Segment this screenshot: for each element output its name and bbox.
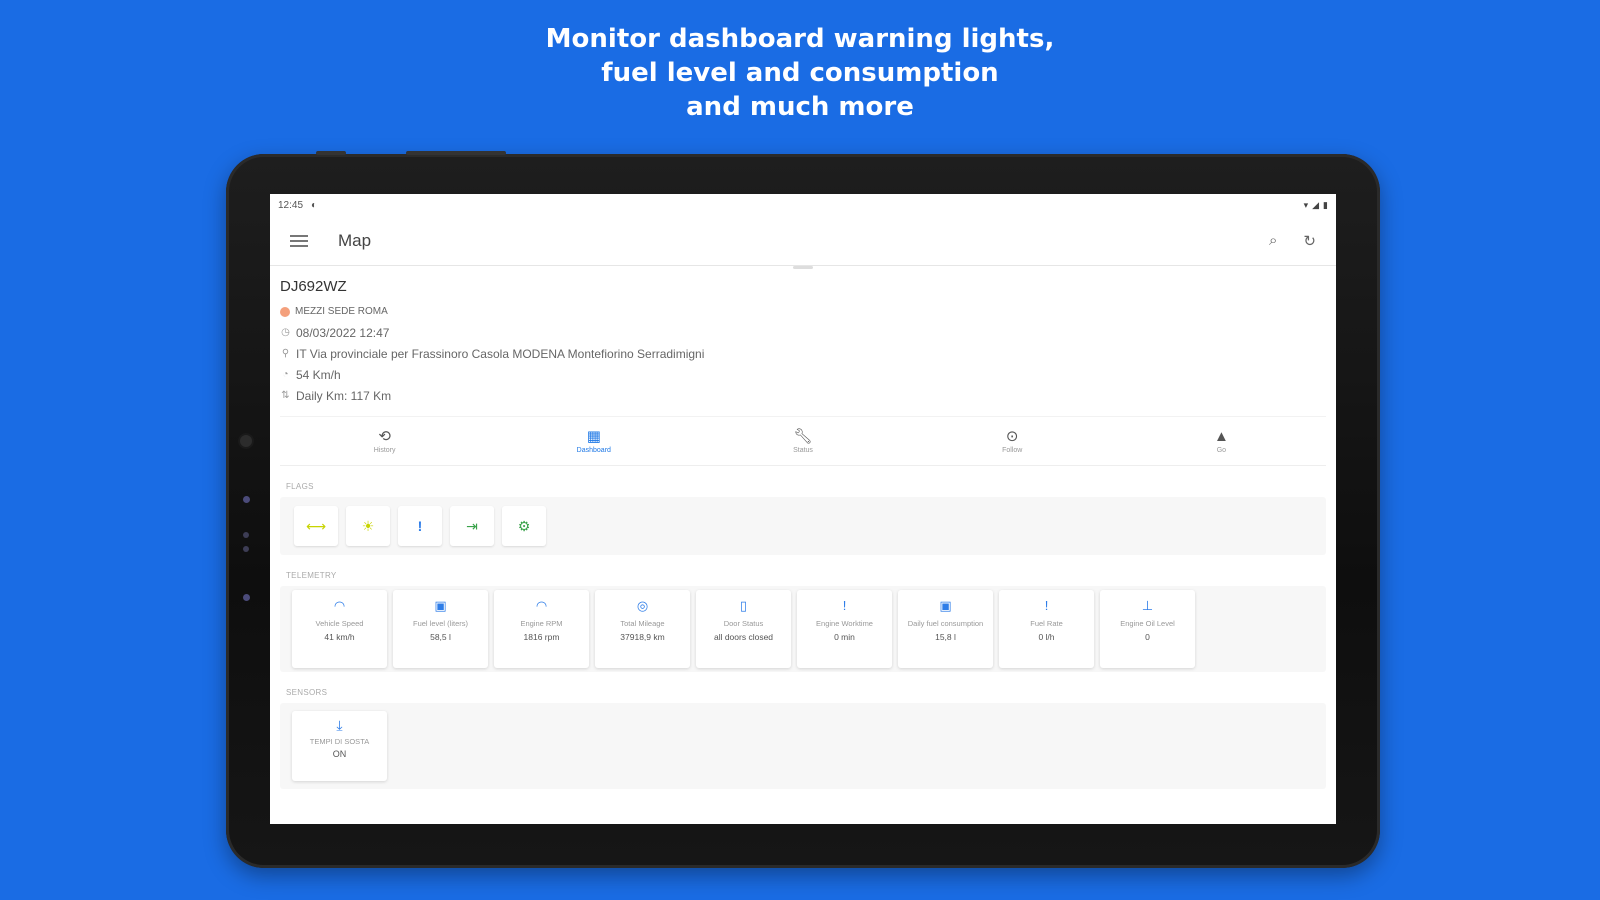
fuel-pump-icon: ▣	[434, 598, 447, 613]
sensor-card-tempi-di-sosta[interactable]: ⤓ TEMPI DI SOSTA ON	[292, 711, 387, 781]
headline-line-1: Monitor dashboard warning lights,	[545, 24, 1055, 54]
hamburger-menu-icon[interactable]	[290, 234, 308, 247]
telemetry-section-label: TELEMETRY	[286, 571, 337, 580]
oil-icon: ⊥	[1141, 598, 1154, 613]
vehicle-speed-row: ◔ 54 Km/h	[280, 364, 1326, 385]
wifi-icon: ▾	[1303, 199, 1309, 210]
promo-headline: Monitor dashboard warning lights, fuel l…	[0, 22, 1600, 124]
ignition-icon: ⇥	[466, 517, 478, 534]
sensor-dot	[243, 496, 250, 503]
sensors-section-label: SENSORS	[286, 688, 328, 697]
tab-status[interactable]: 🔧︎ Status	[698, 417, 907, 465]
vehicle-group-row: MEZZI SEDE ROMA	[280, 301, 1326, 322]
tablet-device-frame: 12:45 ◐ ▾ ◢ ▮ Map ⌕ ↻ DJ692WZ MEZZI SEDE…	[226, 151, 1380, 868]
search-icon[interactable]: ⌕	[1269, 232, 1277, 250]
vehicle-group: MEZZI SEDE ROMA	[295, 306, 388, 317]
refresh-icon[interactable]: ↻	[1303, 232, 1316, 250]
route-icon: ⇅	[281, 390, 290, 401]
vehicle-datetime: 08/03/2022 12:47	[296, 325, 390, 340]
history-icon: ⟲	[378, 428, 391, 445]
sync-icon: ◐	[311, 199, 318, 211]
telemetry-card-engine-worktime[interactable]: ! Engine Worktime 0 min	[797, 590, 892, 668]
telemetry-card-fuel-level[interactable]: ▣ Fuel level (liters) 58,5 l	[393, 590, 488, 668]
vehicle-tabs: ⟲ History ▦ Dashboard 🔧︎ Status ⊙ Follow…	[280, 416, 1326, 466]
telemetry-card-daily-fuel[interactable]: ▣ Daily fuel consumption 15,8 l	[898, 590, 993, 668]
app-bar: Map ⌕ ↻	[270, 216, 1336, 269]
tab-go[interactable]: ▲ Go	[1117, 417, 1326, 465]
headlight-icon: ☀︎	[361, 517, 375, 534]
clock-icon: ◷	[281, 327, 290, 338]
signal-icon: ◢	[1312, 199, 1320, 210]
download-icon: ⤓	[336, 717, 343, 733]
telemetry-card-engine-rpm[interactable]: ◠ Engine RPM 1816 rpm	[494, 590, 589, 668]
telemetry-card-total-mileage[interactable]: ◎ Total Mileage 37918,9 km	[595, 590, 690, 668]
vehicle-info: DJ692WZ MEZZI SEDE ROMA ◷ 08/03/2022 12:…	[270, 266, 1336, 412]
wrench-icon: 🔧︎	[793, 428, 813, 445]
page-title: Map	[338, 230, 372, 250]
flag-warning[interactable]: !	[398, 506, 442, 546]
telemetry-panel: ◠ Vehicle Speed 41 km/h ▣ Fuel level (li…	[280, 586, 1326, 672]
exclamation-icon: !	[1044, 598, 1049, 613]
vehicle-speed: 54 Km/h	[296, 367, 341, 382]
vehicle-address-row: ⚲ IT Via provinciale per Frassinoro Caso…	[280, 343, 1326, 364]
engine-icon: ⚙︎	[517, 517, 531, 534]
dashboard-icon: ▦	[586, 428, 601, 445]
headline-line-2: fuel level and consumption	[601, 58, 999, 88]
gauge-icon: ◠	[535, 598, 548, 613]
flag-seatbelt[interactable]: ⟷	[294, 506, 338, 546]
vehicle-daily-km-row: ⇅ Daily Km: 117 Km	[280, 385, 1326, 406]
speedometer-icon: ◔	[282, 369, 289, 380]
status-bar: 12:45 ◐ ▾ ◢ ▮	[270, 194, 1336, 216]
telemetry-card-vehicle-speed[interactable]: ◠ Vehicle Speed 41 km/h	[292, 590, 387, 668]
location-pin-icon: ⚲	[281, 348, 290, 359]
exclamation-icon: !	[842, 598, 847, 613]
flags-section-label: FLAGS	[286, 482, 314, 491]
fuel-pump-icon: ▣	[939, 598, 952, 613]
telemetry-card-fuel-rate[interactable]: ! Fuel Rate 0 l/h	[999, 590, 1094, 668]
app-screen: 12:45 ◐ ▾ ◢ ▮ Map ⌕ ↻ DJ692WZ MEZZI SEDE…	[270, 194, 1336, 824]
speedometer-icon: ◎	[636, 598, 649, 613]
front-camera	[240, 435, 252, 447]
flag-ignition[interactable]: ⇥	[450, 506, 494, 546]
telemetry-card-door-status[interactable]: ▯ Door Status all doors closed	[696, 590, 791, 668]
flag-engine[interactable]: ⚙︎	[502, 506, 546, 546]
status-time: 12:45	[278, 199, 304, 211]
vehicle-address: IT Via provinciale per Frassinoro Casola…	[296, 346, 705, 361]
tab-history[interactable]: ⟲ History	[280, 417, 489, 465]
navigation-icon: ▲	[1213, 428, 1229, 445]
sensor-dot	[243, 594, 250, 601]
tab-dashboard[interactable]: ▦ Dashboard	[489, 417, 698, 465]
sensors-panel: ⤓ TEMPI DI SOSTA ON	[280, 703, 1326, 789]
power-button	[406, 151, 506, 155]
vehicle-datetime-row: ◷ 08/03/2022 12:47	[280, 322, 1326, 343]
volume-button	[316, 151, 346, 155]
status-dot-icon	[280, 306, 290, 317]
flag-lights[interactable]: ☀︎	[346, 506, 390, 546]
battery-icon: ▮	[1323, 199, 1328, 210]
flags-panel: ⟷ ☀︎ ! ⇥ ⚙︎	[280, 497, 1326, 555]
telemetry-card-engine-oil[interactable]: ⊥ Engine Oil Level 0	[1100, 590, 1195, 668]
headline-line-3: and much more	[686, 92, 914, 122]
tab-follow[interactable]: ⊙ Follow	[908, 417, 1117, 465]
vehicle-plate: DJ692WZ	[280, 278, 347, 295]
drag-handle[interactable]	[793, 266, 813, 269]
sensor-dot	[243, 532, 249, 538]
sensor-dot	[243, 546, 249, 552]
gauge-icon: ◠	[333, 598, 346, 613]
vehicle-daily-km: Daily Km: 117 Km	[296, 388, 392, 403]
follow-icon: ⊙	[1005, 428, 1019, 445]
seatbelt-icon: ⟷	[305, 517, 327, 534]
door-icon: ▯	[739, 598, 748, 613]
exclamation-icon: !	[417, 518, 423, 534]
